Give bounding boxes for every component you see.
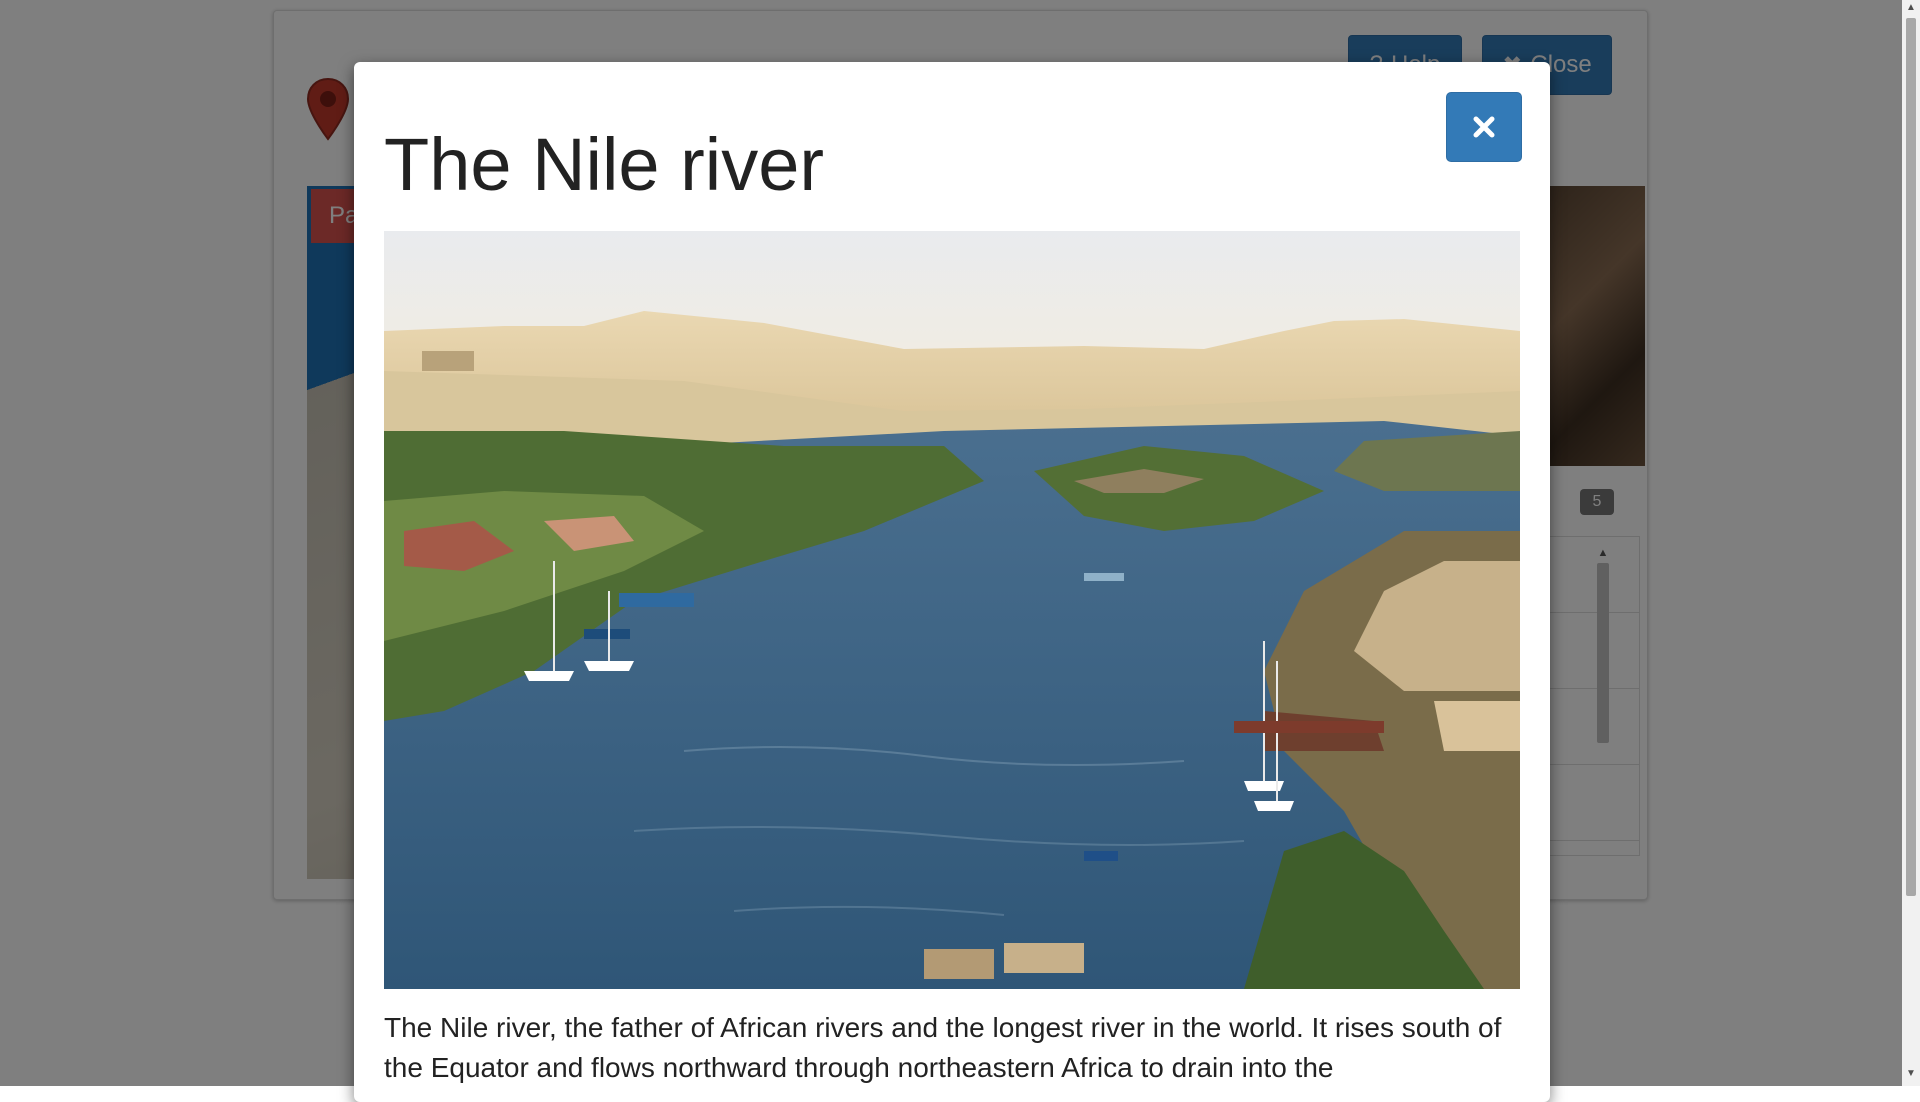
modal-description: The Nile river, the father of African ri… bbox=[384, 1012, 1502, 1083]
page-scrollbar-thumb[interactable] bbox=[1906, 18, 1916, 896]
page-scrollbar[interactable]: ▲ ▼ bbox=[1902, 0, 1920, 1086]
nile-river-image bbox=[384, 231, 1520, 989]
close-icon bbox=[1473, 116, 1495, 138]
scroll-down-arrow-icon[interactable]: ▼ bbox=[1902, 1068, 1920, 1079]
modal-dialog: The Nile river The Nile river, the fathe… bbox=[354, 62, 1550, 1102]
scroll-up-arrow-icon[interactable]: ▲ bbox=[1902, 2, 1920, 13]
modal-close-button[interactable] bbox=[1446, 92, 1522, 162]
modal-title: The Nile river bbox=[384, 123, 824, 206]
nile-photo-illustration bbox=[384, 231, 1520, 989]
